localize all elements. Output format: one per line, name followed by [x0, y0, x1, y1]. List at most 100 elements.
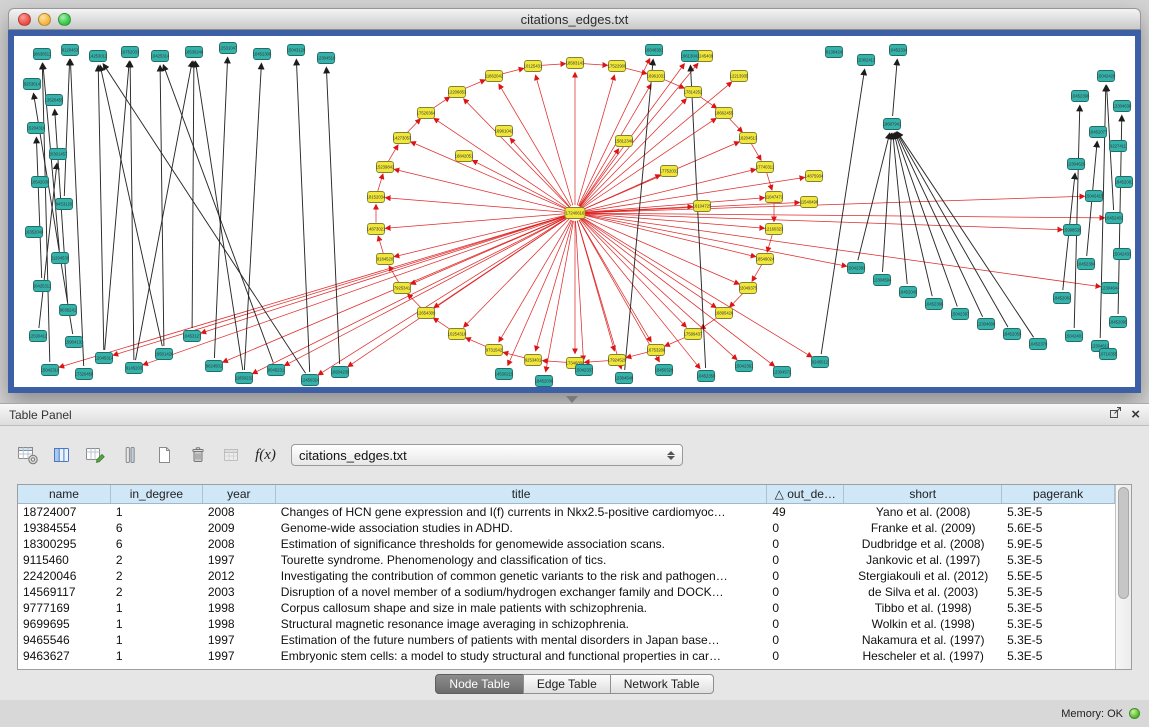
table-selector-combo[interactable]: citations_edges.txt: [291, 444, 683, 466]
graph-node[interactable]: 18450329: [655, 365, 674, 376]
graph-edge[interactable]: [105, 62, 130, 350]
graph-edge[interactable]: [407, 119, 420, 133]
column-header-pagerank[interactable]: pagerank: [1002, 485, 1115, 503]
graph-node[interactable]: 10453127: [183, 331, 202, 342]
graph-edge[interactable]: [499, 85, 571, 207]
graph-edge[interactable]: [36, 138, 41, 278]
graph-node[interactable]: 18452077: [1089, 127, 1108, 138]
graph-edge[interactable]: [464, 80, 485, 89]
graph-node[interactable]: 9253014: [24, 79, 41, 90]
graph-edge[interactable]: [543, 361, 567, 363]
graph-edge[interactable]: [386, 198, 567, 213]
table-row[interactable]: 2242004622012Investigating the contribut…: [18, 568, 1115, 584]
graph-node[interactable]: 15043129: [287, 45, 306, 56]
graph-edge[interactable]: [64, 60, 69, 196]
graph-node[interactable]: 16504235: [331, 367, 350, 378]
graph-node[interactable]: 17924529: [608, 355, 627, 366]
scrollbar-thumb[interactable]: [1118, 487, 1129, 599]
graph-node[interactable]: 17589437: [684, 329, 703, 340]
graph-node[interactable]: 12530412: [29, 331, 48, 342]
graph-edge[interactable]: [386, 214, 567, 229]
graph-edge[interactable]: [767, 235, 772, 252]
graph-edge[interactable]: [504, 353, 526, 359]
close-panel-icon[interactable]: ×: [1131, 407, 1140, 422]
graph-hub-node[interactable]: 17240616: [565, 208, 585, 219]
graph-node[interactable]: 16352049: [25, 227, 44, 238]
graph-edge[interactable]: [583, 196, 1084, 212]
graph-node[interactable]: 10125431: [524, 61, 543, 72]
graph-node[interactable]: 16753208: [647, 345, 666, 356]
graph-node[interactable]: 12531047: [219, 43, 238, 54]
graph-node[interactable]: 9035241: [60, 305, 77, 316]
graph-edge[interactable]: [583, 214, 764, 229]
graph-edge[interactable]: [699, 96, 716, 108]
graph-node[interactable]: 15302413: [857, 55, 876, 66]
graph-node[interactable]: 18452081: [1115, 177, 1134, 188]
graph-node[interactable]: 15042319: [41, 365, 60, 376]
graph-node[interactable]: 16204513: [739, 133, 758, 144]
graph-node[interactable]: 20425311: [33, 281, 52, 292]
tab-node-table[interactable]: Node Table: [435, 674, 524, 694]
graph-node[interactable]: 12450324: [301, 375, 320, 386]
graph-node[interactable]: 12304548: [615, 373, 634, 384]
graph-edge[interactable]: [821, 70, 864, 354]
graph-edge[interactable]: [502, 69, 524, 75]
column-header-in_degree[interactable]: in_degree: [111, 485, 203, 503]
graph-node[interactable]: 15042429: [1097, 71, 1116, 82]
graph-node[interactable]: 12654309: [417, 308, 436, 319]
graph-node[interactable]: 20301457: [49, 149, 68, 160]
graph-edge[interactable]: [432, 97, 449, 109]
graph-node[interactable]: 17320458: [75, 369, 94, 380]
graph-edge[interactable]: [729, 118, 742, 132]
graph-edge[interactable]: [473, 161, 568, 210]
graph-edge[interactable]: [581, 99, 686, 207]
graph-edge[interactable]: [100, 66, 162, 346]
graph-node[interactable]: 9624501: [206, 361, 223, 372]
graph-edge[interactable]: [466, 338, 487, 347]
graph-edge[interactable]: [730, 293, 743, 307]
graph-edge[interactable]: [1100, 86, 1106, 338]
edit-table-icon[interactable]: [82, 442, 109, 468]
graph-edge[interactable]: [627, 352, 649, 358]
table-row[interactable]: 1830029562008Estimation of significance …: [18, 536, 1115, 552]
new-table-icon[interactable]: [150, 442, 177, 468]
graph-edge[interactable]: [577, 76, 614, 206]
table-settings-icon[interactable]: [14, 442, 41, 468]
graph-node[interactable]: 15042337: [575, 365, 594, 376]
graph-node[interactable]: 11204530: [51, 253, 70, 264]
graph-edge[interactable]: [411, 142, 568, 210]
graph-node[interactable]: 14530215: [495, 369, 514, 380]
graph-edge[interactable]: [326, 68, 339, 364]
graph-node[interactable]: 12304594: [873, 275, 892, 286]
graph-edge[interactable]: [143, 216, 567, 365]
tab-edge-table[interactable]: Edge Table: [523, 674, 611, 694]
graph-node[interactable]: 18583143: [566, 58, 585, 69]
graph-node[interactable]: 22049375: [739, 283, 758, 294]
graph-node[interactable]: 7925341: [394, 283, 411, 294]
columns-icon[interactable]: [48, 442, 75, 468]
graph-node[interactable]: 12304608: [977, 319, 996, 330]
graph-edge[interactable]: [536, 221, 573, 351]
graph-node[interactable]: 10452350: [697, 371, 716, 382]
graph-edge[interactable]: [579, 220, 659, 361]
splitter-handle[interactable]: [566, 396, 578, 403]
graph-node[interactable]: 10542038: [31, 177, 50, 188]
graph-node[interactable]: 15042401: [1065, 331, 1084, 342]
table-row[interactable]: 911546021997Tourette syndrome. Phenomeno…: [18, 552, 1115, 568]
graph-node[interactable]: 16842051: [455, 151, 474, 162]
graph-node[interactable]: 15904133: [65, 337, 84, 348]
graph-node[interactable]: 11862042: [485, 71, 504, 82]
graph-node[interactable]: 8130424: [826, 47, 843, 58]
graph-node[interactable]: 18452036: [535, 376, 554, 387]
table-row[interactable]: 977716911998Corpus callosum shape and si…: [18, 600, 1115, 616]
graph-node[interactable]: 15998535: [1063, 225, 1082, 236]
graph-node[interactable]: 9453120: [56, 199, 73, 210]
graph-edge[interactable]: [42, 64, 50, 362]
table-row[interactable]: 1872400712008Changes of HCN gene express…: [18, 504, 1115, 520]
graph-node[interactable]: 14873021: [367, 224, 386, 235]
graph-node[interactable]: 18452095: [1109, 317, 1128, 328]
minimize-button[interactable]: [38, 13, 51, 26]
graph-edge[interactable]: [894, 134, 932, 297]
graph-node[interactable]: 14253012: [89, 51, 108, 62]
table-row[interactable]: 1456911722003Disruption of a novel membe…: [18, 584, 1115, 600]
